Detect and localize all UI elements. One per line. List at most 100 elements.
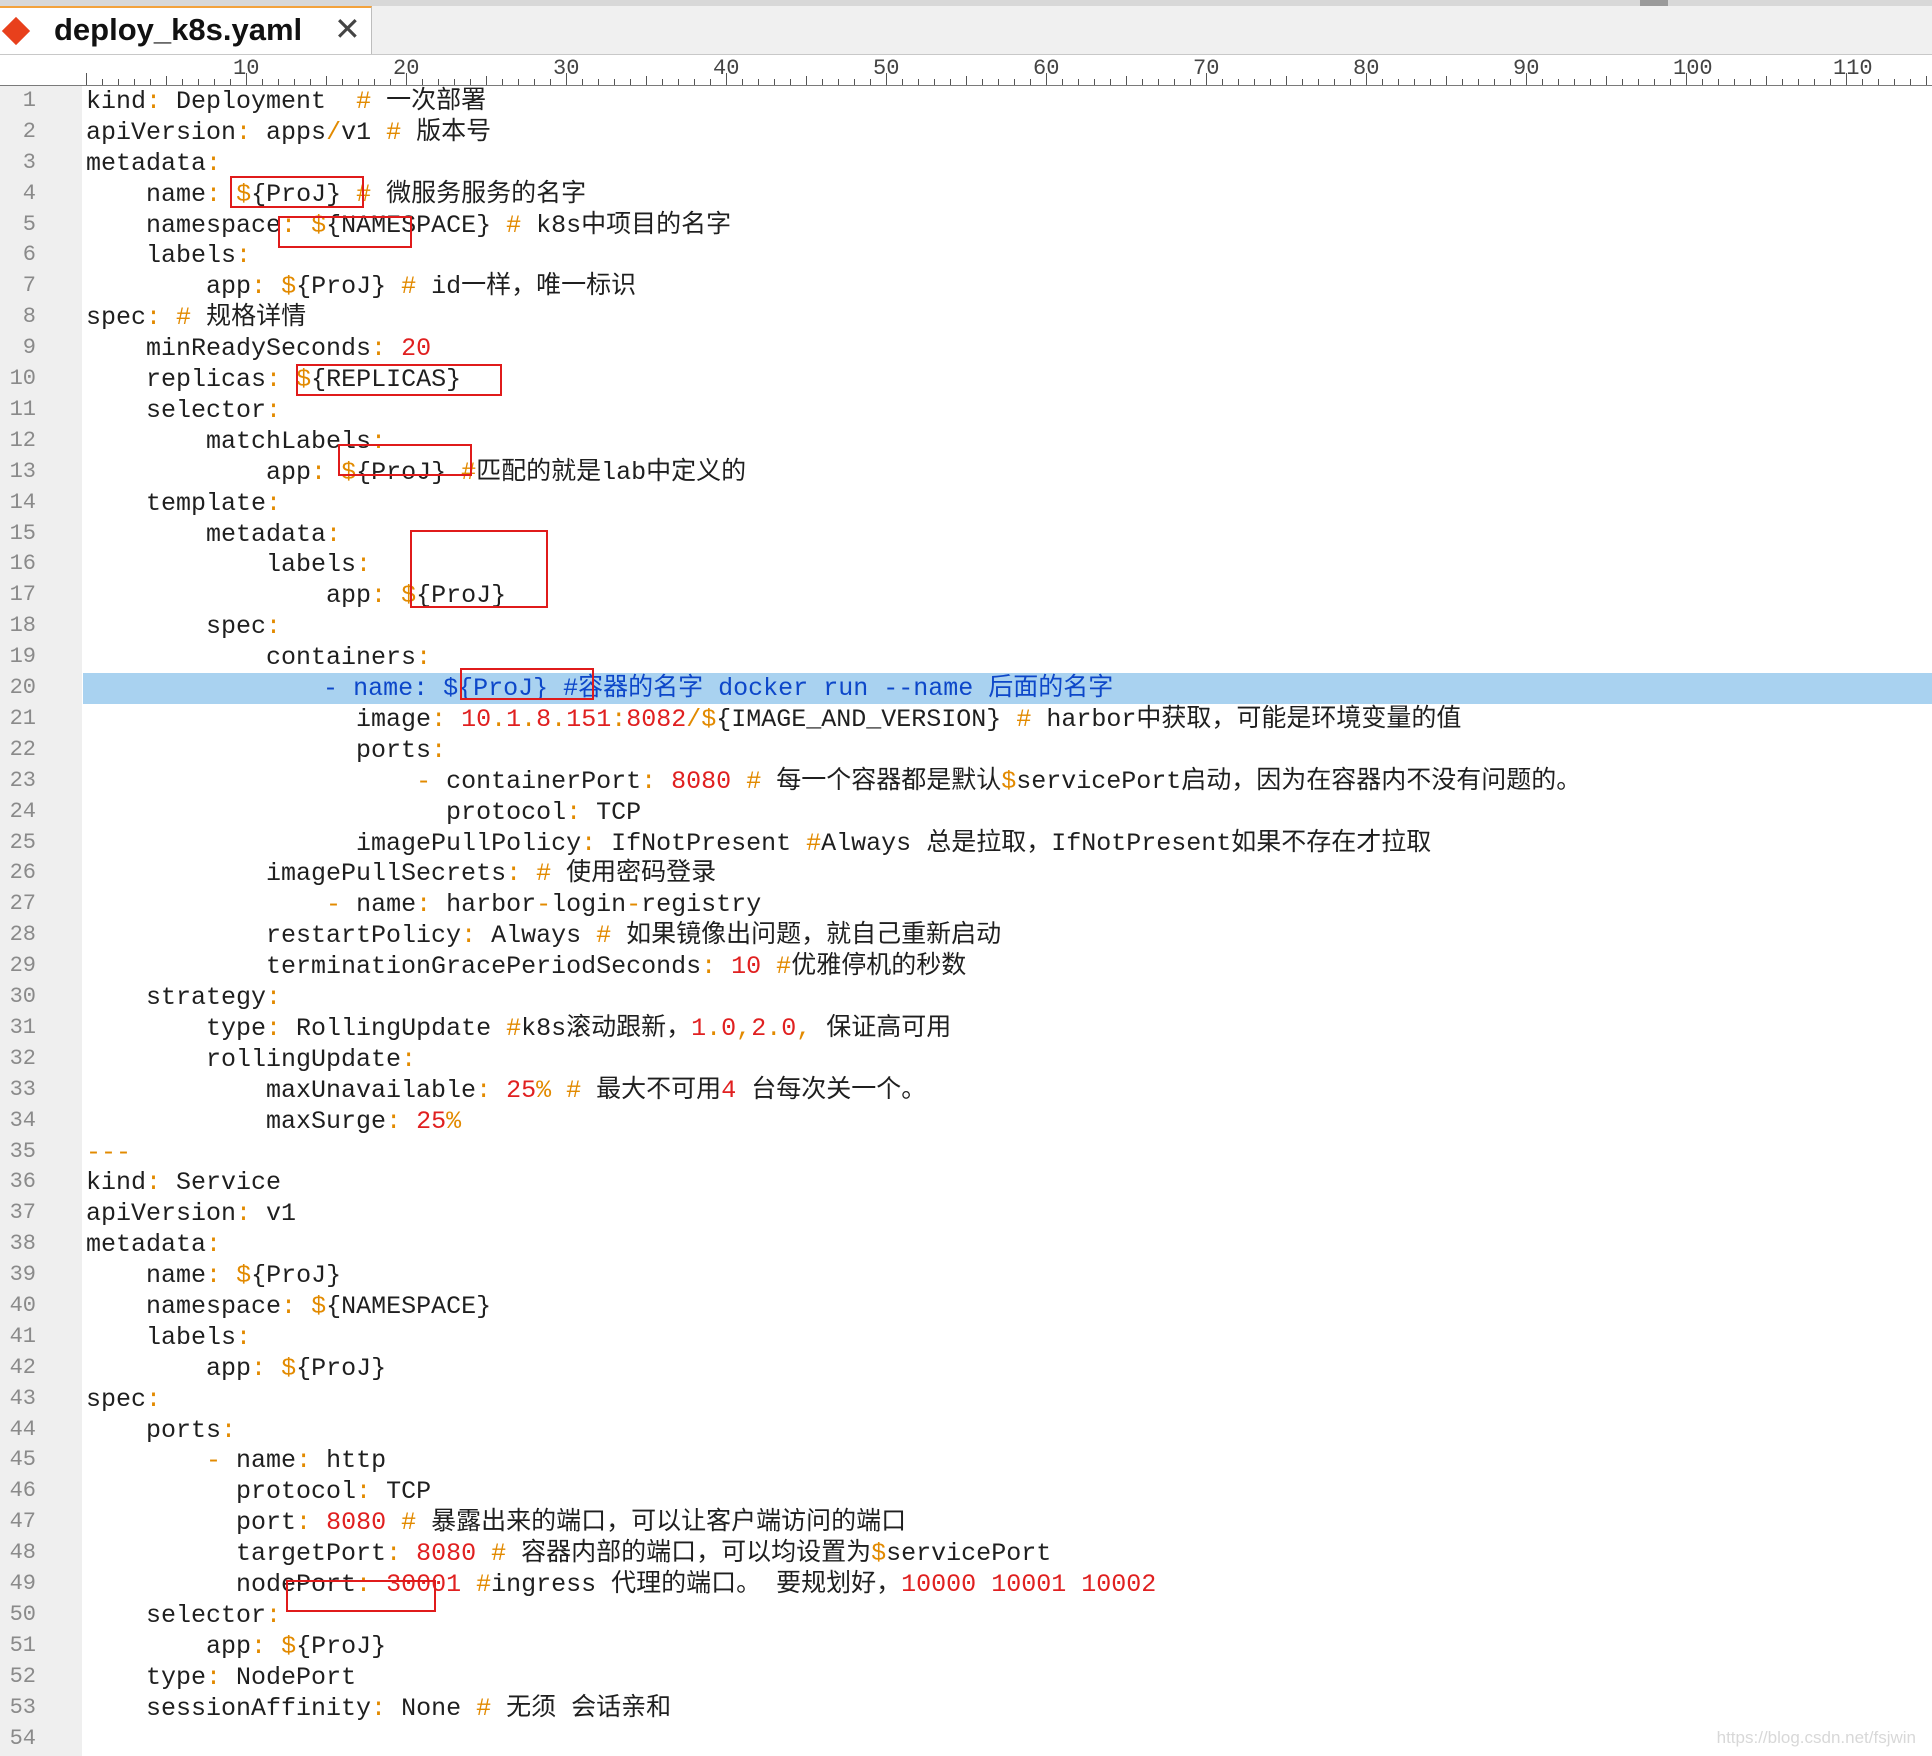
code-line[interactable]: metadata: bbox=[86, 519, 1932, 550]
code-line[interactable]: - name: harbor-login-registry bbox=[86, 889, 1932, 920]
code-line[interactable]: kind: Deployment # 一次部署 bbox=[86, 86, 1932, 117]
ruler-tick bbox=[1510, 79, 1511, 85]
code-line[interactable]: spec: # 规格详情 bbox=[86, 302, 1932, 333]
code-line[interactable]: imagePullSecrets: # 使用密码登录 bbox=[86, 858, 1932, 889]
line-number: 45 bbox=[9, 1447, 36, 1473]
code-line[interactable]: labels: bbox=[86, 549, 1932, 580]
code-line[interactable]: namespace: ${NAMESPACE} bbox=[86, 1291, 1932, 1322]
code-line[interactable]: spec: bbox=[86, 1384, 1932, 1415]
code-line[interactable] bbox=[86, 1724, 1932, 1755]
code-line[interactable]: imagePullPolicy: IfNotPresent #Always 总是… bbox=[86, 828, 1932, 859]
code-line[interactable]: maxSurge: 25% bbox=[86, 1106, 1932, 1137]
code-line[interactable]: - containerPort: 8080 # 每一个容器都是默认$servic… bbox=[86, 766, 1932, 797]
ruler-tick bbox=[1606, 76, 1607, 85]
ruler-tick bbox=[982, 79, 983, 85]
code-line[interactable]: targetPort: 8080 # 容器内部的端口，可以均设置为$servic… bbox=[86, 1538, 1932, 1569]
ruler-tick bbox=[134, 79, 135, 85]
code-line[interactable]: port: 8080 # 暴露出来的端口，可以让客户端访问的端口 bbox=[86, 1507, 1932, 1538]
ruler-tick bbox=[1622, 79, 1623, 85]
code-line[interactable]: --- bbox=[86, 1137, 1932, 1168]
code-line[interactable]: ports: bbox=[86, 1415, 1932, 1446]
code-line[interactable]: containers: bbox=[86, 642, 1932, 673]
ruler-tick bbox=[646, 76, 647, 85]
ruler-tick bbox=[1494, 79, 1495, 85]
ruler-label: 70 bbox=[1193, 56, 1220, 81]
line-number: 12 bbox=[9, 427, 36, 453]
code-line[interactable]: kind: Service bbox=[86, 1167, 1932, 1198]
code-line[interactable]: app: ${ProJ} # id一样，唯一标识 bbox=[86, 271, 1932, 302]
ruler-tick bbox=[598, 79, 599, 85]
code-line[interactable]: apiVersion: v1 bbox=[86, 1198, 1932, 1229]
code-line[interactable]: protocol: TCP bbox=[86, 797, 1932, 828]
ruler-tick bbox=[1638, 79, 1639, 85]
line-number: 38 bbox=[9, 1231, 36, 1257]
line-number-gutter: 1 2 3 4 5 6 7 8 9 10 11 12 13 14 15 16 17 18 19 20 21 22 23 24 2… bbox=[0, 86, 82, 1756]
ruler-tick bbox=[582, 79, 583, 85]
code-line[interactable]: labels: bbox=[86, 1322, 1932, 1353]
code-line[interactable]: app: ${ProJ} bbox=[86, 580, 1932, 611]
ruler-tick bbox=[806, 76, 807, 85]
code-line[interactable]: - name: http bbox=[86, 1445, 1932, 1476]
close-icon[interactable]: ✕ bbox=[334, 10, 361, 48]
ruler-tick bbox=[422, 79, 423, 85]
code-line[interactable]: type: RollingUpdate #k8s滚动跟新，1.0,2.0, 保证… bbox=[86, 1013, 1932, 1044]
annotation-highlight-box bbox=[286, 1580, 436, 1612]
ruler-tick bbox=[1830, 79, 1831, 85]
ruler-tick bbox=[1350, 79, 1351, 85]
ruler-tick bbox=[1158, 79, 1159, 85]
ruler-tick bbox=[662, 79, 663, 85]
ruler-tick bbox=[950, 79, 951, 85]
ruler-tick bbox=[1126, 76, 1127, 85]
code-line[interactable]: type: NodePort bbox=[86, 1662, 1932, 1693]
code-editor[interactable]: 1 2 3 4 5 6 7 8 9 10 11 12 13 14 15 16 17 18 19 20 21 22 23 24 2… bbox=[0, 86, 1932, 1756]
code-line[interactable]: minReadySeconds: 20 bbox=[86, 333, 1932, 364]
code-line[interactable]: strategy: bbox=[86, 982, 1932, 1013]
code-line[interactable]: selector: bbox=[86, 395, 1932, 426]
code-line[interactable]: sessionAffinity: None # 无须 会话亲和 bbox=[86, 1693, 1932, 1724]
code-line[interactable]: metadata: bbox=[86, 1229, 1932, 1260]
tab-deploy-k8s-yaml[interactable]: deploy_k8s.yaml ✕ bbox=[0, 6, 372, 54]
ruler-tick bbox=[1446, 76, 1447, 85]
ruler-tick bbox=[1574, 79, 1575, 85]
active-code-line[interactable]: - name: ${ProJ} #容器的名字 docker run --name… bbox=[83, 673, 1932, 705]
line-number: 42 bbox=[9, 1354, 36, 1380]
ruler-tick bbox=[790, 79, 791, 85]
ruler-label: 20 bbox=[393, 56, 420, 81]
ruler-tick bbox=[934, 79, 935, 85]
ruler-tick bbox=[278, 79, 279, 85]
ruler-tick bbox=[1174, 79, 1175, 85]
ruler-tick bbox=[1798, 79, 1799, 85]
ruler-tick bbox=[1750, 79, 1751, 85]
ruler-tick bbox=[1910, 79, 1911, 85]
ruler-tick bbox=[1094, 79, 1095, 85]
code-line[interactable]: terminationGracePeriodSeconds: 10 #优雅停机的… bbox=[86, 951, 1932, 982]
code-line[interactable]: rollingUpdate: bbox=[86, 1044, 1932, 1075]
ruler-label: 110 bbox=[1833, 56, 1873, 81]
ruler-tick bbox=[1014, 79, 1015, 85]
ruler-tick bbox=[854, 79, 855, 85]
code-line[interactable]: app: ${ProJ} bbox=[86, 1353, 1932, 1384]
code-area[interactable]: kind: Deployment # 一次部署 apiVersion: apps/… bbox=[83, 86, 1932, 1756]
line-number: 16 bbox=[9, 551, 36, 577]
code-line[interactable]: name: ${ProJ} bbox=[86, 1260, 1932, 1291]
code-line[interactable]: template: bbox=[86, 488, 1932, 519]
code-line[interactable]: maxUnavailable: 25% # 最大不可用4 台每次关一个。 bbox=[86, 1075, 1932, 1106]
code-line[interactable]: spec: bbox=[86, 611, 1932, 642]
code-line[interactable]: apiVersion: apps/v1 # 版本号 bbox=[86, 117, 1932, 148]
ruler-tick bbox=[1718, 79, 1719, 85]
code-line[interactable]: metadata: bbox=[86, 148, 1932, 179]
line-number: 9 bbox=[22, 335, 36, 361]
code-line[interactable]: image: 10.1.8.151:8082/${IMAGE_AND_VERSI… bbox=[86, 704, 1932, 735]
ruler-tick bbox=[214, 79, 215, 85]
line-number: 5 bbox=[22, 211, 36, 237]
tab-scrollbar-thumb[interactable] bbox=[1640, 0, 1668, 6]
ruler-tick bbox=[102, 79, 103, 85]
ruler-tick bbox=[1318, 79, 1319, 85]
code-line[interactable]: ports: bbox=[86, 735, 1932, 766]
code-line[interactable]: protocol: TCP bbox=[86, 1476, 1932, 1507]
column-ruler: 10 20 30 40 50 60 70 80 90 100 110 bbox=[0, 55, 1932, 86]
ruler-tick bbox=[358, 79, 359, 85]
ruler-tick bbox=[694, 79, 695, 85]
code-line[interactable]: restartPolicy: Always # 如果镜像出问题，就自己重新启动 bbox=[86, 920, 1932, 951]
code-line[interactable]: app: ${ProJ} bbox=[86, 1631, 1932, 1662]
